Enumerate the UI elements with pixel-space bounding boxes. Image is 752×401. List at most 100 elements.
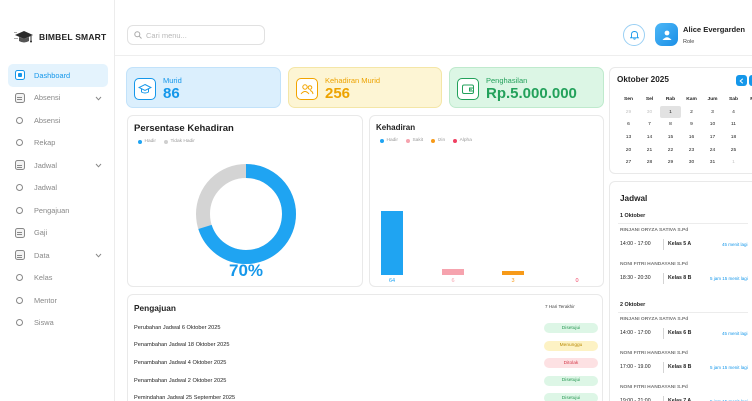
schedule-card: Jadwal 1 Oktober RINJANI ORYZA SATIVA S.P… [609,181,752,401]
calendar-month: Oktober 2025 [617,75,669,84]
sidebar-item-label: Jadwal [34,160,58,170]
calendar-day[interactable]: 4 [723,106,744,119]
search-icon [134,31,142,39]
calendar-weekday: Sel [645,96,654,102]
sidebar-item-label: Kelas [34,273,53,283]
status-badge: Disetujui [544,393,598,401]
calendar-weekday: Sen [624,96,633,102]
pengajuan-row-title: Pemindahan Jadwal 25 September 2025 [134,395,236,401]
sidebar-item-mentor-sub[interactable]: Mentor [8,289,108,312]
calendar-day[interactable]: 24 [702,144,723,157]
sidebar-item-gaji[interactable]: Gaji [8,222,108,245]
calendar-day[interactable]: 22 [660,144,681,157]
calendar-weekday: Min [744,93,752,106]
calendar-day[interactable]: 29 [618,106,639,119]
pengajuan-row[interactable]: Penambahan Jadwal 18 Oktober 2025 Menungg… [134,337,598,355]
calendar-day[interactable]: 2 [681,106,702,119]
search-box[interactable] [127,25,265,45]
calendar-weekday: Rab [665,96,676,102]
calendar-day[interactable]: 26 [744,144,752,157]
calendar-day[interactable]: 19 [744,131,752,144]
pengajuan-row-title: Perubahan Jadwal 6 Oktober 2025 [134,324,221,331]
calendar-day[interactable]: 30 [639,106,660,119]
calendar-day[interactable]: 20 [618,144,639,157]
calendar-day[interactable]: 2 [744,156,752,169]
dashboard-icon [14,70,25,81]
calendar-day[interactable]: 29 [660,156,681,169]
calendar-day[interactable]: 17 [702,131,723,144]
stat-kehadiran-value: 256 [325,85,351,102]
calendar-day[interactable]: 12 [744,118,752,131]
calendar-card: Oktober 2025 SenSelRabKamJumSabMin293012… [609,67,752,174]
divider [663,273,664,284]
sidebar-item-siswa-sub[interactable]: Siswa [8,312,108,335]
schedule-class[interactable]: Kelas 5 A [668,241,691,247]
sidebar-item-jadwal-sub[interactable]: Jadwal [8,177,108,200]
wallet-icon [14,227,25,238]
user-avatar[interactable] [655,23,678,46]
notification-button[interactable] [623,24,645,46]
pengajuan-title: Pengajuan [134,303,176,313]
calendar-day[interactable]: 10 [702,118,723,131]
pengajuan-card: Pengajuan 7 Hari Terakhir Perubahan Jadw… [127,294,603,401]
calendar-day[interactable]: 28 [639,156,660,169]
circle-icon [14,115,25,126]
sidebar-item-pengajuan-sub[interactable]: Pengajuan [8,199,108,222]
calendar-day[interactable]: 1 [723,156,744,169]
calendar-day[interactable]: 27 [618,156,639,169]
calendar-day[interactable]: 5 [744,106,752,119]
calendar-day[interactable]: 16 [681,131,702,144]
stat-penghasilan-value: Rp.5.000.000 [486,85,577,102]
calendar-day[interactable]: 9 [681,118,702,131]
sidebar-item-absensi-sub[interactable]: Absensi [8,109,108,132]
sidebar-item-absensi[interactable]: Absensi [8,87,108,110]
attendance-percentage-value: 70% [228,261,264,280]
attendance-percentage-card: Persentase Kehadiran Hadir Tidak Hadir 7… [127,115,363,287]
sidebar-item-dashboard[interactable]: Dashboard [8,64,108,87]
calendar-day[interactable]: 14 [639,131,660,144]
schedule-remaining: 5 jam 15 menit lagi [710,275,748,281]
calendar-day[interactable]: 6 [618,118,639,131]
calendar-day[interactable]: 31 [702,156,723,169]
divider [663,328,664,339]
brand[interactable]: BIMBEL SMART [14,28,106,46]
calendar-day[interactable]: 1 [660,105,681,119]
circle-icon [14,317,25,328]
calendar-weekday: Kam [686,96,697,102]
calendar-prev-button[interactable] [736,75,747,86]
calendar-day[interactable]: 18 [723,131,744,144]
calendar-day[interactable]: 23 [681,144,702,157]
schedule-date: 2 Oktober [620,302,646,308]
calendar-day[interactable]: 13 [618,131,639,144]
divider [618,312,748,313]
user-icon [662,30,671,40]
chevron-down-icon [95,94,102,103]
sidebar-item-jadwal[interactable]: Jadwal [8,154,108,177]
pengajuan-row[interactable]: Penambahan Jadwal 4 Oktober 2025 Ditolak [134,354,598,372]
calendar-weekday: Jum [707,96,718,102]
pengajuan-row[interactable]: Penambahan Jadwal 2 Oktober 2025 Disetuju… [134,372,598,390]
sidebar-item-data[interactable]: Data [8,244,108,267]
calendar-day[interactable]: 30 [681,156,702,169]
schedule-mentor: RINJANI ORYZA SATIVA S.Pd [620,317,689,322]
pengajuan-filter[interactable]: 7 Hari Terakhir [545,304,575,309]
calendar-day[interactable]: 25 [723,144,744,157]
calendar-day[interactable]: 8 [660,118,681,131]
schedule-class[interactable]: Kelas 6 B [668,330,691,336]
calendar-day[interactable]: 11 [723,118,744,131]
schedule-class[interactable]: Kelas 8 B [668,275,691,281]
schedule-remaining: 45 menit lagi [722,241,748,247]
calendar-day[interactable]: 15 [660,131,681,144]
sidebar-item-rekap-sub[interactable]: Rekap [8,132,108,155]
legend-hadir: Hadir [138,139,156,144]
calendar-day[interactable]: 7 [639,118,660,131]
pengajuan-row[interactable]: Perubahan Jadwal 6 Oktober 2025 Disetujui [134,319,598,337]
calendar-day[interactable]: 3 [702,106,723,119]
user-name[interactable]: Alice Evergarden [683,25,745,34]
sidebar-item-kelas-sub[interactable]: Kelas [8,267,108,290]
calendar-day[interactable]: 21 [639,144,660,157]
schedule-class[interactable]: Kelas 8 B [668,364,691,370]
calendar-grid: SenSelRabKamJumSabMin2930123456789101112… [618,93,752,169]
search-input[interactable] [146,30,256,40]
pengajuan-row[interactable]: Pemindahan Jadwal 25 September 2025 Diset… [134,389,598,401]
